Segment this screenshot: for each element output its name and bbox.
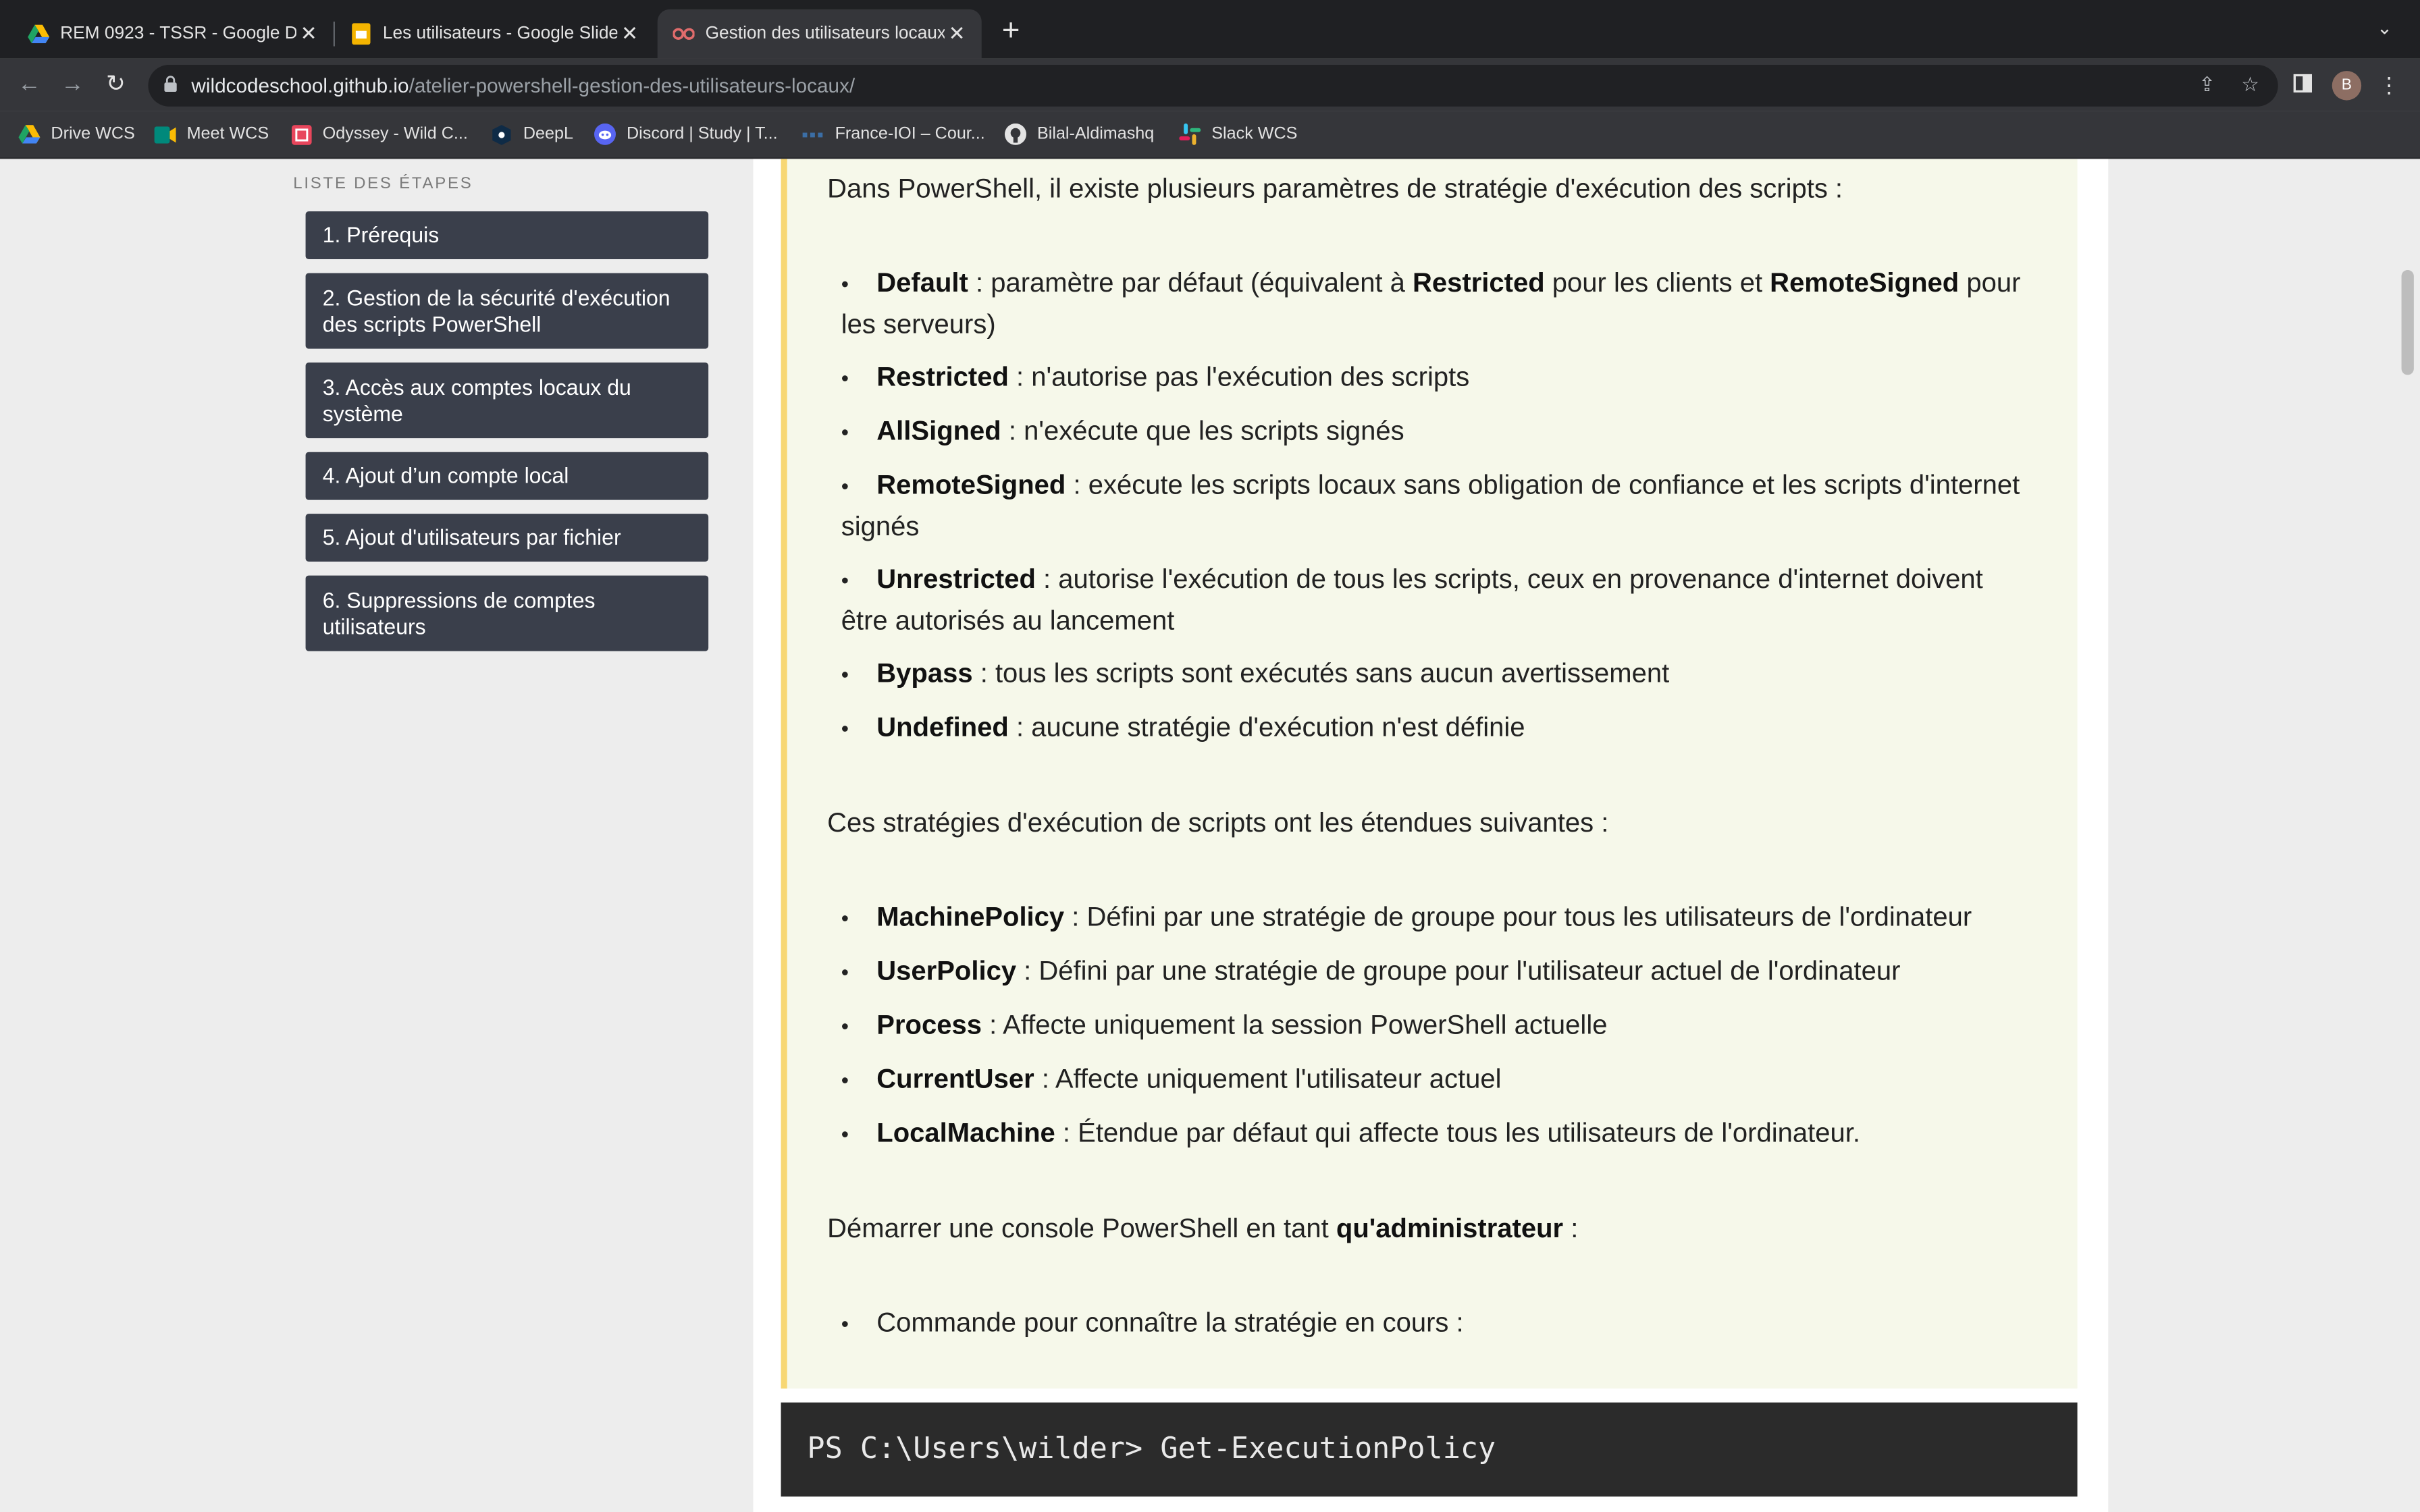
url-path: /atelier-powershell-gestion-des-utilisat… <box>409 74 856 97</box>
address-bar[interactable]: wildcodeschool.github.io/atelier-powersh… <box>148 64 2278 107</box>
google-meet-icon <box>154 124 176 145</box>
bookmark-odyssey[interactable]: Odyssey - Wild C... <box>290 122 468 147</box>
back-arrow-icon[interactable]: ← <box>12 68 46 102</box>
tab-title: Les utilisateurs - Google Slides <box>382 24 618 43</box>
new-tab-icon[interactable]: + <box>995 14 1026 48</box>
list-item: • Process : Affecte uniquement la session… <box>841 1008 1608 1040</box>
url-host: wildcodeschool.github.io <box>191 74 409 97</box>
list-item: • Restricted : n'autorise pas l'exécution… <box>841 360 1470 392</box>
sidebar-item-securite[interactable]: 2. Gestion de la sécurité d'exécution de… <box>305 273 709 349</box>
wildcode-icon <box>673 23 695 45</box>
side-panel-icon[interactable] <box>2287 70 2318 101</box>
list-item: • Default : paramètre par défaut (équival… <box>841 267 2021 340</box>
france-ioi-icon <box>802 124 824 145</box>
avatar[interactable]: B <box>2332 71 2362 101</box>
odyssey-icon <box>290 124 312 145</box>
list-item: • UserPolicy : Défini par une stratégie d… <box>841 954 1901 986</box>
list-item: • CurrentUser : Affecte uniquement l'util… <box>841 1062 1502 1094</box>
scopes-intro: Ces stratégies d'exécution de scripts on… <box>827 807 1609 838</box>
forward-arrow-icon[interactable]: → <box>55 68 89 102</box>
bookmark-label: Drive WCS <box>51 125 135 144</box>
bookmark-label: Odyssey - Wild C... <box>322 125 468 144</box>
bookmark-drive[interactable]: Drive WCS <box>18 122 135 147</box>
sidebar-item-ajout-fichier[interactable]: 5. Ajout d'utilisateurs par fichier <box>305 514 709 562</box>
scrollbar-thumb[interactable] <box>2401 269 2414 375</box>
list-item: • Unrestricted : autorise l'exécution de … <box>841 563 1983 636</box>
intro-text: Dans PowerShell, il existe plusieurs par… <box>827 172 1843 204</box>
discord-icon <box>594 123 616 145</box>
sidebar-item-prerequis[interactable]: 1. Prérequis <box>305 211 709 259</box>
close-icon[interactable]: ✕ <box>617 22 642 47</box>
tab-strip: REM 0923 - TSSR - Google Dri ✕ Les utili… <box>0 0 2420 59</box>
sidebar-title: LISTE DES ÉTAPES <box>293 174 473 193</box>
tab-drive[interactable]: REM 0923 - TSSR - Google Dri ✕ <box>0 9 334 59</box>
bookmark-discord[interactable]: Discord | Study | T... <box>594 122 778 147</box>
close-icon[interactable]: ✕ <box>296 22 321 47</box>
page-viewport: LISTE DES ÉTAPES 1. Prérequis 2. Gestion… <box>0 159 2420 1512</box>
list-item: • RemoteSigned : exécute les scripts loca… <box>841 468 2020 542</box>
bookmark-meet[interactable]: Meet WCS <box>154 122 269 147</box>
chevron-down-icon[interactable]: ⌄ <box>2377 17 2392 38</box>
tab-slides[interactable]: Les utilisateurs - Google Slides ✕ <box>336 9 654 59</box>
tab-gestion[interactable]: Gestion des utilisateurs locaux ✕ <box>657 9 982 59</box>
list-item: • Undefined : aucune stratégie d'exécutio… <box>841 711 1525 742</box>
bookmark-france-ioi[interactable]: France-IOI – Cour... <box>802 122 985 147</box>
bookmark-github[interactable]: Bilal-Aldimashq <box>1004 122 1155 147</box>
share-icon[interactable]: ⇪ <box>2192 70 2223 101</box>
slack-icon <box>1179 123 1201 145</box>
bookmarks-bar: Drive WCS Meet WCS Odyssey - Wild C... D… <box>0 111 2420 159</box>
list-item: • Commande pour connaître la stratégie en… <box>841 1306 1464 1338</box>
bookmark-label: France-IOI – Cour... <box>835 125 985 144</box>
lock-icon <box>163 75 188 97</box>
tab-title: REM 0923 - TSSR - Google Dri <box>60 24 296 43</box>
browser-toolbar: ← → ↻ wildcodeschool.github.io/atelier-p… <box>0 58 2420 111</box>
bookmark-label: Meet WCS <box>186 125 269 144</box>
google-drive-icon <box>18 124 41 145</box>
code-block[interactable]: PS C:\Users\wilder> Get-ExecutionPolicy <box>781 1402 2078 1497</box>
sidebar-item-suppressions[interactable]: 6. Suppressions de comptes utilisateurs <box>305 575 709 651</box>
list-item: • Bypass : tous les scripts sont exécutés… <box>841 657 1670 688</box>
more-menu-icon[interactable]: ⋮ <box>2373 70 2404 101</box>
tab-title: Gestion des utilisateurs locaux <box>705 24 945 43</box>
admin-instruction: Démarrer une console PowerShell en tant … <box>827 1212 1579 1244</box>
list-item: • MachinePolicy : Défini par une stratégi… <box>841 900 1972 932</box>
bookmark-label: Discord | Study | T... <box>626 125 778 144</box>
bookmark-label: DeepL <box>523 125 573 144</box>
sidebar-item-comptes-locaux[interactable]: 3. Accès aux comptes locaux du système <box>305 362 709 439</box>
star-icon[interactable]: ☆ <box>2235 70 2266 101</box>
list-item: • AllSigned : n'exécute que les scripts s… <box>841 414 1404 446</box>
bookmark-slack[interactable]: Slack WCS <box>1179 122 1297 147</box>
sidebar-item-ajout-compte[interactable]: 4. Ajout d’un compte local <box>305 452 709 500</box>
list-item: • LocalMachine : Étendue par défaut qui a… <box>841 1116 1860 1148</box>
deepl-icon <box>491 124 512 145</box>
github-icon <box>1004 123 1026 145</box>
bookmark-label: Slack WCS <box>1211 125 1298 144</box>
google-drive-icon <box>28 23 50 45</box>
bookmark-label: Bilal-Aldimashq <box>1036 125 1155 144</box>
close-icon[interactable]: ✕ <box>945 22 970 47</box>
google-slides-icon <box>350 23 372 45</box>
reload-icon[interactable]: ↻ <box>99 68 132 102</box>
bookmark-deepl[interactable]: DeepL <box>491 122 573 147</box>
